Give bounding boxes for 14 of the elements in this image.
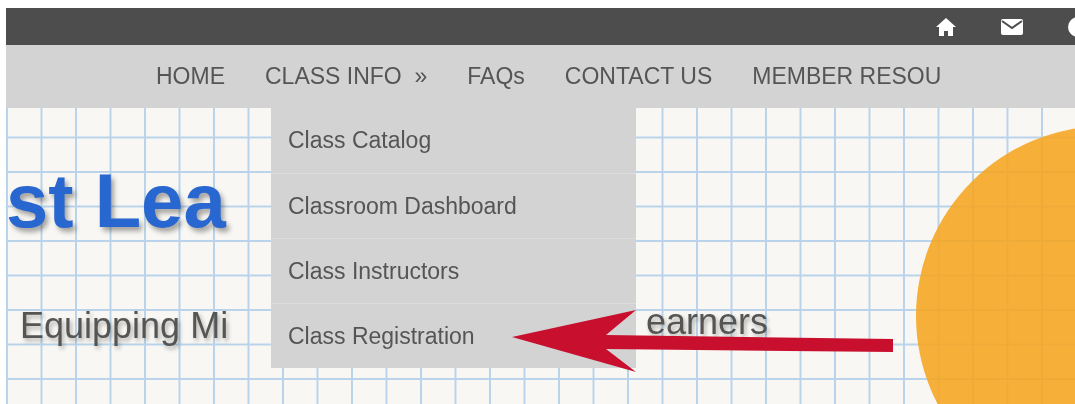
mail-icon[interactable] [1001, 18, 1023, 35]
dropdown-item[interactable]: Class Instructors [271, 238, 636, 303]
hero-subtitle: earners [646, 304, 769, 340]
dropdown-item[interactable]: Class Registration [271, 303, 636, 368]
nav-link[interactable]: CLASS INFO » [265, 59, 428, 94]
home-icon[interactable] [935, 16, 957, 37]
nav-link[interactable]: HOME [156, 59, 225, 94]
dropdown-item[interactable]: Class Catalog [271, 108, 636, 173]
dropdown-item[interactable]: Classroom Dashboard [271, 173, 636, 238]
nav-link[interactable]: MEMBER RESOU [752, 59, 942, 94]
hero-subtitle: Equipping Mi [20, 308, 229, 344]
nav-link[interactable]: CONTACT US [564, 59, 713, 94]
nav-link[interactable]: FAQs [467, 59, 525, 94]
hero-title: st Lea [6, 163, 226, 239]
